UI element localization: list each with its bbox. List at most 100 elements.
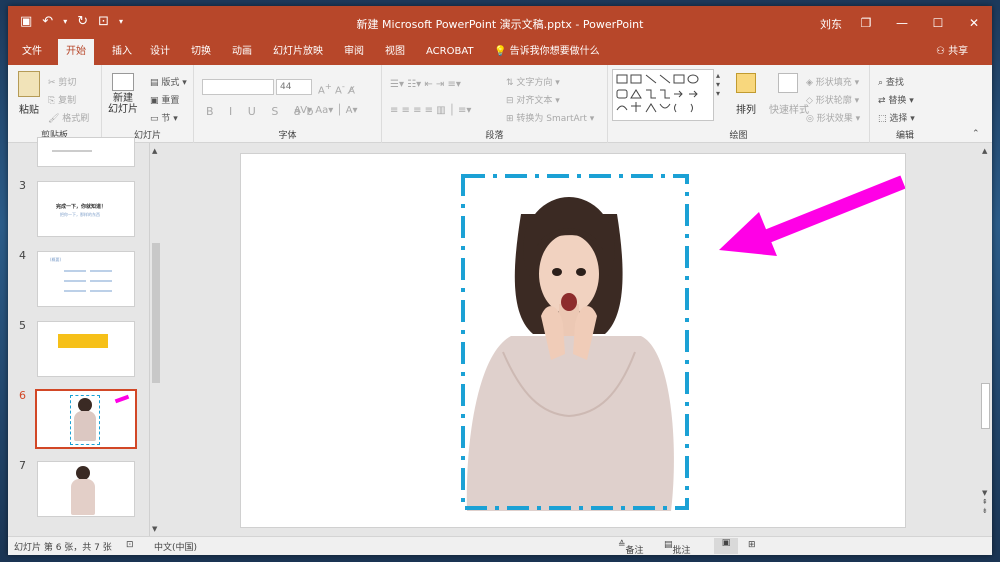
paste-button[interactable]: 粘贴 — [12, 101, 46, 116]
arrange-icon[interactable] — [736, 73, 756, 93]
scroll-down-icon[interactable]: ▼ — [152, 525, 157, 533]
shape-outline-button[interactable]: ◇ 形状轮廓 ▾ — [806, 93, 859, 106]
group-slides: 新建 幻灯片 ▤ 版式 ▾ ▣ 重置 ▭ 节 ▾ 幻灯片 — [102, 65, 194, 143]
thumb-3-subtitle: 把你一下，那样的东西 — [60, 212, 100, 217]
slide-thumbnail-5[interactable] — [37, 321, 135, 377]
group-label-drawing: 绘图 — [729, 131, 748, 141]
tab-animations[interactable]: 动画 — [224, 39, 260, 65]
paste-icon[interactable] — [18, 71, 40, 97]
shapes-gallery[interactable] — [612, 69, 714, 121]
reset-button[interactable]: ▣ 重置 — [150, 93, 179, 106]
font-size-buttons[interactable]: A+ A- A̸ — [318, 81, 355, 96]
close-button[interactable]: ✕ — [956, 6, 992, 39]
list-buttons[interactable]: ☰▾ ☷▾ ⇤ ⇥ ≡▾ — [390, 79, 461, 90]
format-painter-button[interactable]: 🖌 格式刷 — [48, 111, 89, 124]
notes-button[interactable]: ≙ 备注 — [618, 540, 644, 555]
slide-scroll-up-icon[interactable]: ▲ — [982, 147, 987, 155]
gallery-scroll-icon[interactable]: ▴ ▾ ▾ — [716, 71, 720, 98]
thumb-5-yellow-block — [58, 334, 108, 348]
minimize-button[interactable]: — — [884, 6, 920, 39]
thumb-text-line — [64, 270, 86, 272]
shape-fill-button[interactable]: ◈ 形状填充 ▾ — [806, 75, 859, 88]
tab-insert[interactable]: 插入 — [104, 39, 140, 65]
slide-number-3: 3 — [19, 179, 26, 192]
tab-acrobat[interactable]: ACROBAT — [418, 39, 482, 65]
language-status[interactable]: 中文(中国) — [154, 540, 197, 553]
quick-styles-icon[interactable] — [778, 73, 798, 93]
text-direction-button[interactable]: ⇅ 文字方向 ▾ — [506, 75, 560, 88]
slide-number-6: 6 — [19, 389, 26, 402]
alignment-buttons[interactable]: ≡ ≡ ≡ ≡ ▥ │ ≡▾ — [390, 105, 471, 116]
photo-person[interactable] — [466, 197, 674, 511]
thumb-text-line — [64, 280, 86, 282]
thumbnail-scroll-thumb[interactable] — [152, 243, 160, 383]
slide-thumbnail-pane: 3 完成一下，你就知道！ 把你一下，那样的东西 4 (概要) 5 6 7 ▲ ▼ — [8, 137, 163, 536]
shape-effects-button[interactable]: ◎ 形状效果 ▾ — [806, 111, 860, 124]
layout-button[interactable]: ▤ 版式 ▾ — [150, 75, 187, 88]
new-slide-icon[interactable] — [112, 73, 134, 91]
slide-thumbnail-2[interactable] — [37, 137, 135, 167]
font-size-input[interactable]: 44 — [276, 79, 312, 95]
slide-count-status: 幻灯片 第 6 张，共 7 张 — [14, 543, 112, 553]
select-button[interactable]: ⬚ 选择 ▾ — [878, 111, 915, 124]
normal-view-icon[interactable]: ▣ — [714, 538, 738, 554]
copy-button[interactable]: ⎘ 复制 — [48, 93, 76, 106]
slide-scroll-thumb[interactable] — [981, 383, 990, 429]
replace-button[interactable]: ⇄ 替换 ▾ — [878, 93, 914, 106]
user-name[interactable]: 刘东 — [820, 16, 842, 32]
tab-transitions[interactable]: 切换 — [183, 39, 219, 65]
group-font: 44 A+ A- A̸ B I U S ab AV▾ Aa▾ │ A▾ 字体 — [194, 65, 382, 143]
lightbulb-icon: 💡 — [494, 46, 507, 57]
slide-thumbnail-7[interactable] — [37, 461, 135, 517]
new-slide-button[interactable]: 新建 幻灯片 — [104, 93, 142, 115]
share-button[interactable]: ⚇ 共享 — [936, 39, 968, 65]
slide-scroll-down-icons[interactable]: ▼ ⇞ ⇟ — [982, 489, 988, 516]
scroll-up-icon[interactable]: ▲ — [152, 147, 157, 155]
collapse-ribbon-icon[interactable]: ⌃ — [972, 129, 980, 139]
slide-thumbnail-3[interactable]: 完成一下，你就知道！ 把你一下，那样的东西 — [37, 181, 135, 237]
thumb-6-body — [74, 411, 96, 441]
thumbnail-scrollbar[interactable]: ▲ ▼ — [149, 143, 161, 536]
slide-number-5: 5 — [19, 319, 26, 332]
slide-sorter-view-icon[interactable]: ⊞ — [748, 540, 756, 550]
group-editing: ⌕ 查找 ⇄ 替换 ▾ ⬚ 选择 ▾ 编辑 — [870, 65, 940, 143]
thumb-6-arrow — [114, 394, 130, 404]
slide-thumbnail-6-selected[interactable] — [35, 389, 137, 449]
thumb-text-line — [90, 280, 112, 282]
thumb-text-line — [64, 290, 86, 292]
font-extra-buttons[interactable]: AV▾ Aa▾ │ A▾ — [294, 105, 357, 116]
window-controls: ❐ — ☐ ✕ — [848, 6, 992, 39]
tab-review[interactable]: 审阅 — [336, 39, 372, 65]
clear-format-icon[interactable]: A̸ — [348, 85, 355, 96]
slide-number-7: 7 — [19, 459, 26, 472]
tab-file[interactable]: 文件 — [14, 39, 50, 65]
ribbon-display-icon[interactable]: ❐ — [848, 6, 884, 39]
find-button[interactable]: ⌕ 查找 — [878, 75, 904, 88]
group-drawing: ▴ ▾ ▾ 排列 快速样式 ◈ 形状填充 ▾ ◇ 形状轮廓 ▾ ◎ 形状效果 ▾ 绘… — [608, 65, 870, 143]
group-label-editing: 编辑 — [895, 131, 914, 141]
convert-smartart-button[interactable]: ⊞ 转换为 SmartArt ▾ — [506, 111, 594, 124]
magenta-arrow-shape[interactable] — [719, 175, 905, 256]
font-name-input[interactable] — [202, 79, 274, 95]
current-slide[interactable] — [240, 153, 906, 528]
powerpoint-window: ▣ ↶ ▾ ↻ ⊡ ▾ 新建 Microsoft PowerPoint 演示文稿… — [8, 6, 992, 555]
tab-view[interactable]: 视图 — [377, 39, 413, 65]
tab-slideshow[interactable]: 幻灯片放映 — [265, 39, 331, 65]
window-title: 新建 Microsoft PowerPoint 演示文稿.pptx - Powe… — [356, 18, 644, 31]
spellcheck-icon[interactable]: ⊡ — [126, 540, 134, 550]
slide-scrollbar[interactable]: ▲ ▼ ⇞ ⇟ — [979, 143, 992, 536]
cut-button[interactable]: ✂ 剪切 — [48, 75, 76, 88]
arrange-button[interactable]: 排列 — [728, 101, 764, 116]
tell-me-search[interactable]: 💡 告诉我你想要做什么 — [486, 39, 608, 65]
thumb-7-body — [71, 479, 95, 515]
maximize-button[interactable]: ☐ — [920, 6, 956, 39]
comments-button[interactable]: ▤ 批注 — [664, 540, 691, 555]
section-button[interactable]: ▭ 节 ▾ — [150, 111, 178, 124]
thumb-7-head — [76, 466, 90, 480]
slide-thumbnail-4[interactable]: (概要) — [37, 251, 135, 307]
title-bar: ▣ ↶ ▾ ↻ ⊡ ▾ 新建 Microsoft PowerPoint 演示文稿… — [8, 6, 992, 39]
tab-home[interactable]: 开始 — [58, 39, 94, 65]
group-paragraph: ☰▾ ☷▾ ⇤ ⇥ ≡▾ ≡ ≡ ≡ ≡ ▥ │ ≡▾ ⇅ 文字方向 ▾ ⊟ 对… — [382, 65, 608, 143]
tab-design[interactable]: 设计 — [142, 39, 178, 65]
align-text-button[interactable]: ⊟ 对齐文本 ▾ — [506, 93, 560, 106]
